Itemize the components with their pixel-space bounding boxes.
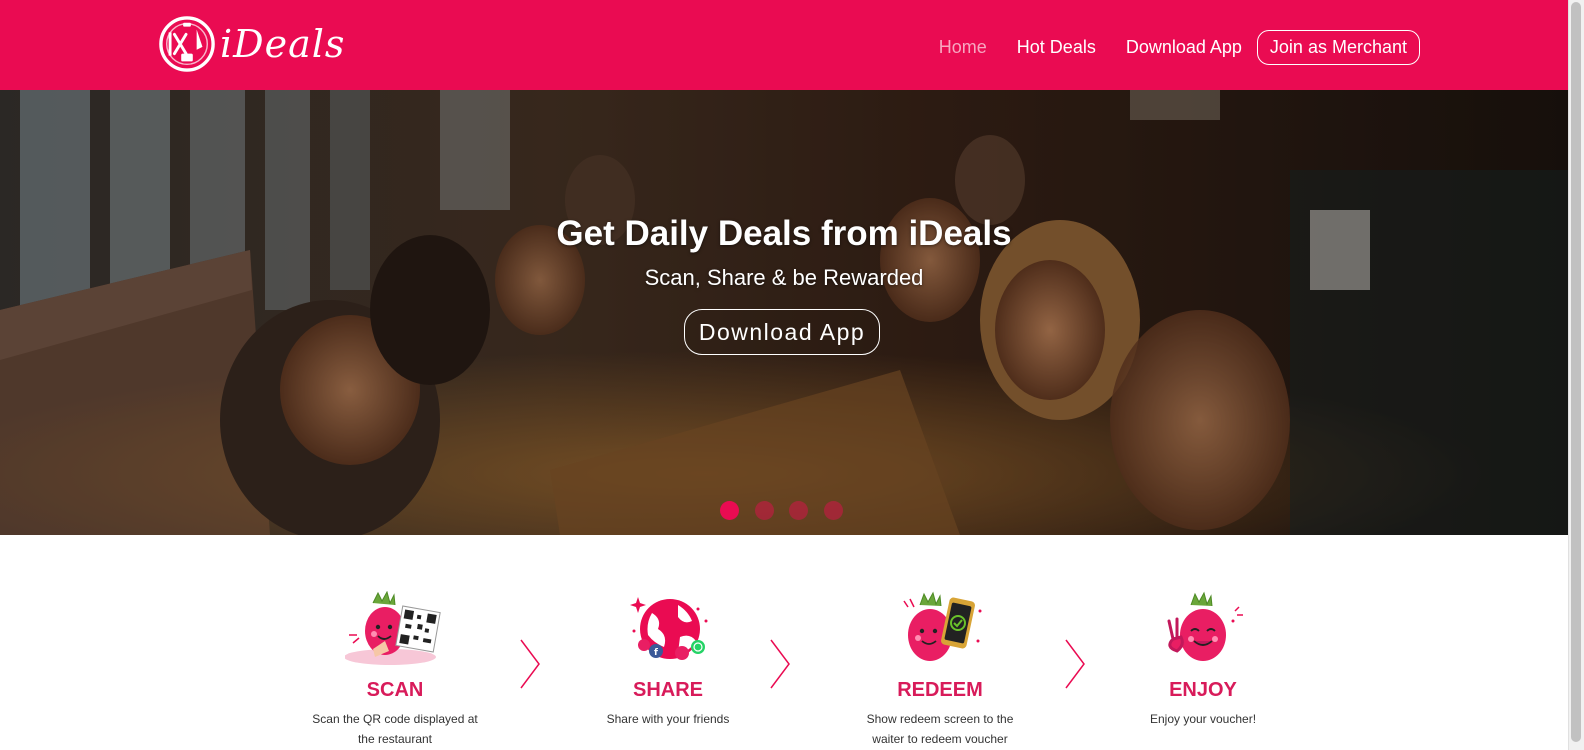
step-share: f SHARE Share with your friends bbox=[568, 591, 768, 729]
chevron-right-icon bbox=[520, 639, 540, 689]
scan-qr-mascot-icon bbox=[345, 591, 441, 665]
logo[interactable]: iDeals bbox=[158, 14, 345, 74]
carousel-dot-2[interactable] bbox=[754, 501, 774, 520]
step-enjoy: ENJOY Enjoy your voucher! bbox=[1103, 591, 1303, 729]
step-title-redeem: REDEEM bbox=[897, 679, 983, 701]
nav-links: Home Hot Deals Download App Join as Merc… bbox=[909, 30, 1420, 65]
hero-download-button[interactable]: Download App bbox=[684, 309, 880, 355]
carousel-indicators bbox=[720, 501, 858, 520]
carousel-dot-3[interactable] bbox=[789, 501, 808, 520]
redeem-phone-mascot-icon bbox=[903, 591, 982, 661]
step-desc-redeem: Show redeem screen to the waiter to rede… bbox=[866, 712, 1014, 746]
page: iDeals Home Hot Deals Download App Join … bbox=[0, 0, 1568, 750]
logo-icon bbox=[159, 16, 215, 72]
step-desc-enjoy: Enjoy your voucher! bbox=[1149, 712, 1257, 726]
nav-download-app[interactable]: Download App bbox=[1126, 37, 1242, 58]
scrollbar-thumb[interactable] bbox=[1571, 2, 1581, 742]
step-title-enjoy: ENJOY bbox=[1169, 679, 1237, 701]
how-it-works: SCAN Scan the QR code displayed at the r… bbox=[0, 535, 1568, 750]
step-redeem: REDEEM Show redeem screen to the waiter … bbox=[840, 591, 1040, 749]
navbar: iDeals Home Hot Deals Download App Join … bbox=[0, 0, 1568, 90]
join-merchant-button[interactable]: Join as Merchant bbox=[1256, 30, 1420, 65]
step-title-scan: SCAN bbox=[366, 679, 424, 701]
nav-hot-deals[interactable]: Hot Deals bbox=[1017, 37, 1096, 58]
chevron-right-icon bbox=[1065, 639, 1085, 689]
carousel-dot-1[interactable] bbox=[720, 501, 739, 520]
step-desc-share: Share with your friends bbox=[606, 712, 730, 726]
carousel-dot-4[interactable] bbox=[823, 501, 843, 520]
enjoy-mascot-icon bbox=[1167, 591, 1243, 661]
logo-text: iDeals bbox=[220, 22, 346, 66]
hero-title: Get Daily Deals from iDeals bbox=[556, 214, 1012, 253]
step-title-share: SHARE bbox=[632, 679, 703, 701]
step-desc-scan: Scan the QR code displayed at the restau… bbox=[312, 712, 478, 746]
chevron-right-icon bbox=[770, 639, 790, 689]
hero-subtitle: Scan, Share & be Rewarded bbox=[644, 265, 924, 290]
step-scan: SCAN Scan the QR code displayed at the r… bbox=[295, 591, 495, 749]
hero-carousel: Get Daily Deals from iDeals Scan, Share … bbox=[0, 90, 1568, 535]
nav-home[interactable]: Home bbox=[939, 37, 987, 58]
svg-text:f: f bbox=[654, 648, 658, 658]
share-globe-mascot-icon: f bbox=[630, 597, 708, 660]
